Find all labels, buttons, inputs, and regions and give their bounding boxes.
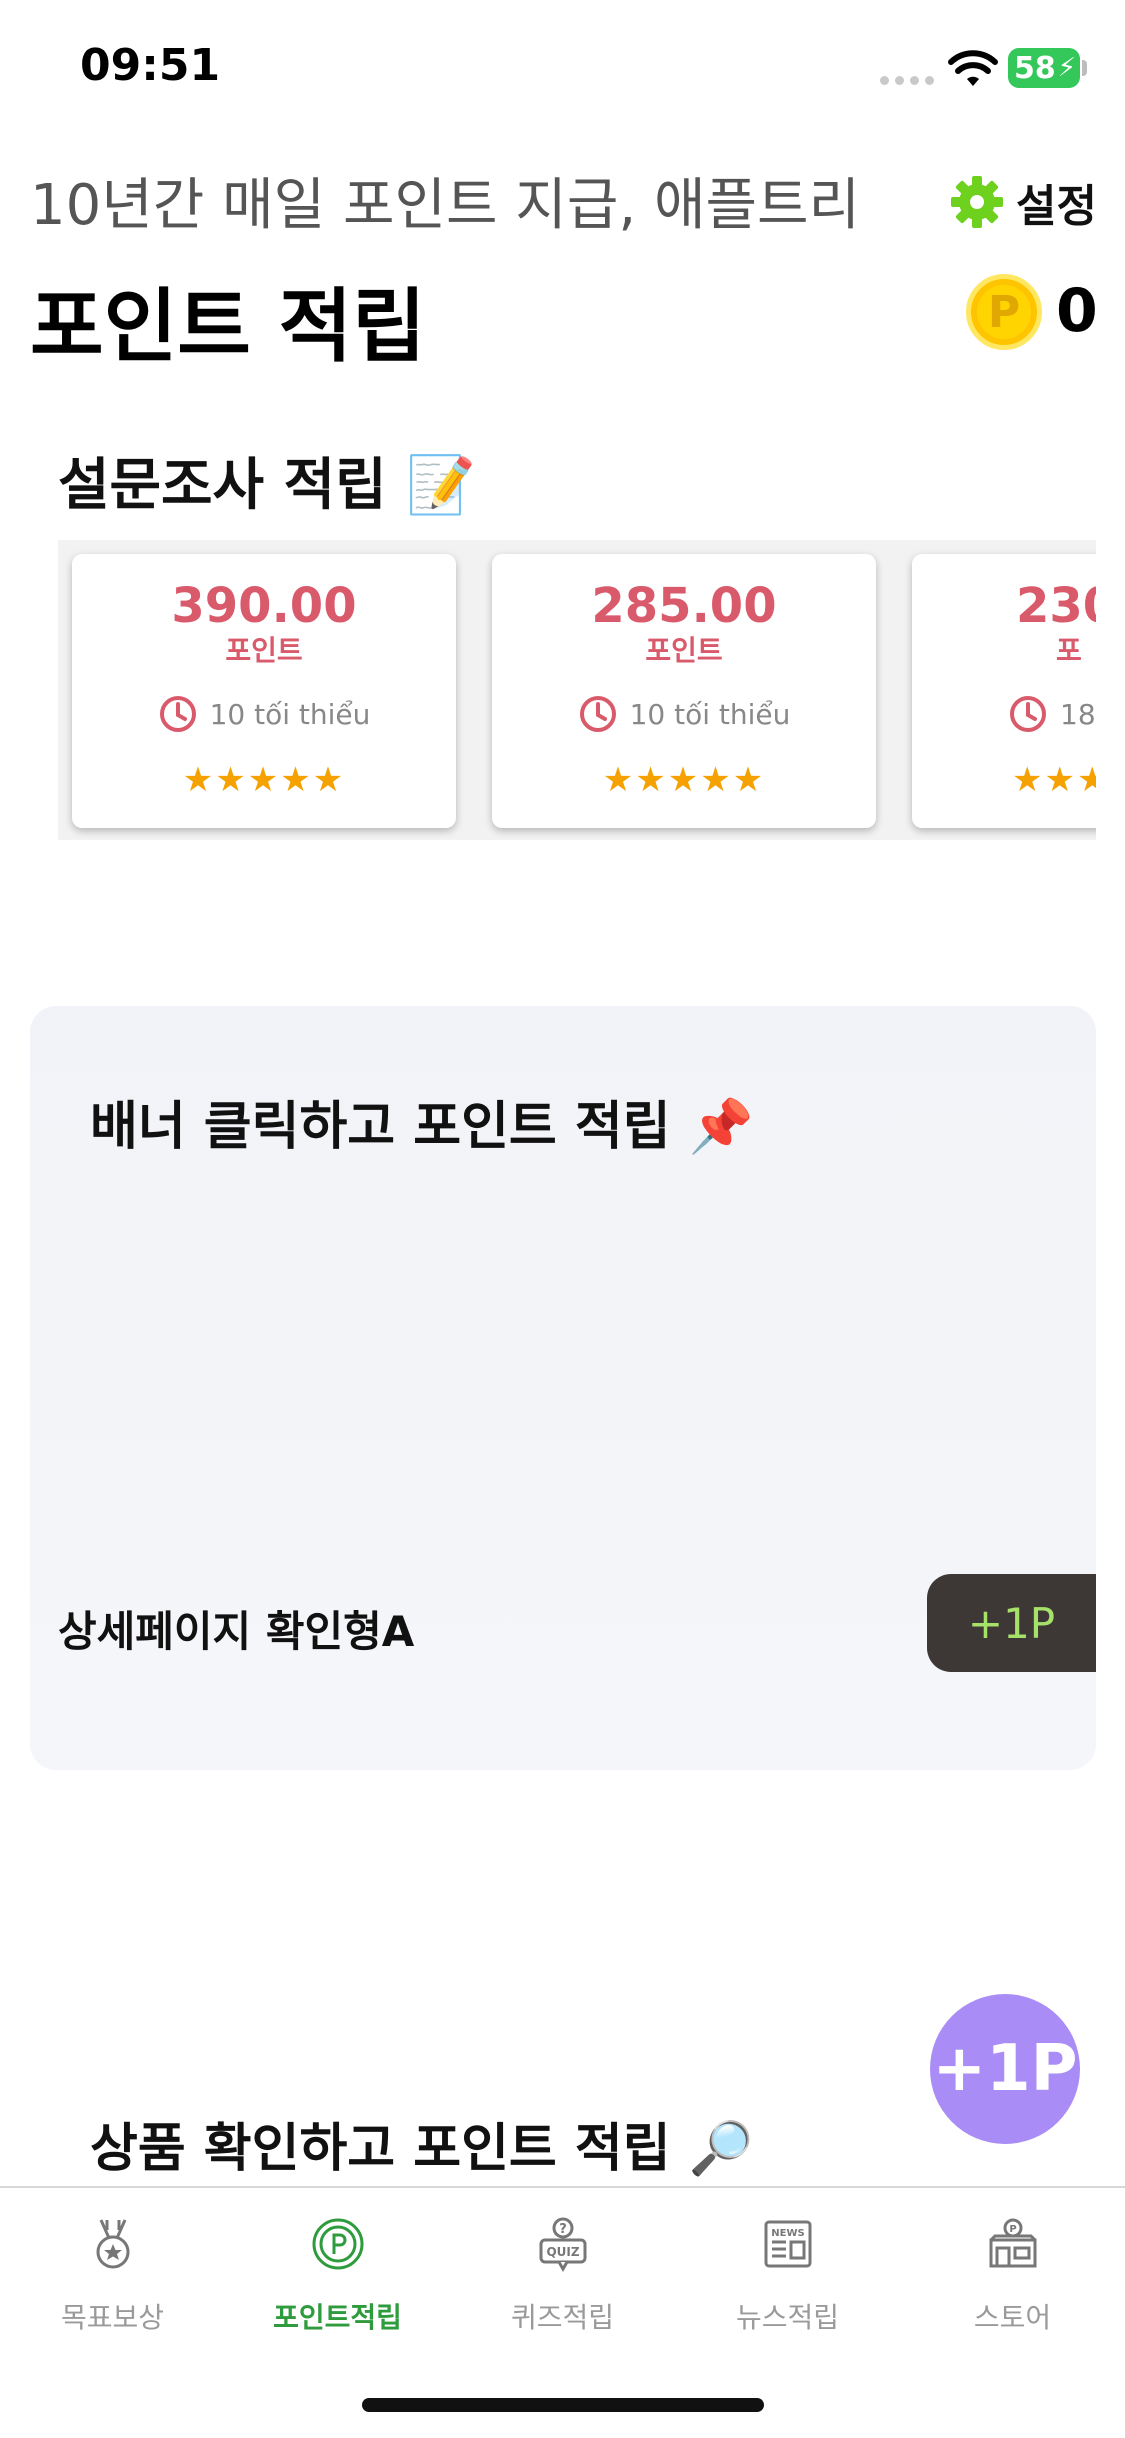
news-icon: NEWS — [764, 2220, 811, 2268]
points-balance: 0 — [1056, 276, 1098, 346]
tab-label: 스토어 — [973, 2301, 1052, 2334]
clock-icon — [1010, 696, 1046, 732]
home-indicator — [362, 2398, 764, 2412]
banner-reward-button[interactable]: +1P — [927, 1574, 1096, 1672]
survey-carousel[interactable]: 390.00 포인트 10 tối thiểu ★★★★★ 285.00 포인트… — [58, 540, 1096, 840]
svg-text:P: P — [1009, 2224, 1016, 2235]
store-icon: P — [989, 2218, 1036, 2268]
clock-icon — [159, 696, 196, 732]
tab-goal-reward[interactable]: 목표보상 — [0, 2216, 225, 2336]
tab-store[interactable]: P 스토어 — [900, 2216, 1125, 2336]
svg-text:?: ? — [559, 2222, 567, 2237]
wifi-icon — [948, 50, 998, 86]
battery-cap — [1082, 60, 1087, 76]
battery-level: 58 — [1014, 50, 1056, 86]
survey-points-unit: 포인트 — [225, 634, 303, 667]
survey-card[interactable]: 230 포 18 ★★★★★ — [912, 554, 1096, 828]
gear-icon — [951, 176, 1003, 228]
survey-card[interactable]: 285.00 포인트 10 tối thiểu ★★★★★ — [492, 554, 876, 828]
tab-label: 뉴스적립 — [735, 2301, 840, 2334]
app-subtitle: 10년간 매일 포인트 지급, 애플트리 — [30, 173, 861, 238]
coin-icon: P — [966, 274, 1042, 350]
survey-duration: 18 — [1060, 697, 1096, 731]
survey-points-amount: 390.00 — [171, 578, 357, 634]
product-section-heading: 상품 확인하고 포인트 적립 🔎 — [90, 2119, 754, 2179]
survey-card[interactable]: 390.00 포인트 10 tối thiểu ★★★★★ — [72, 554, 456, 828]
medal-icon — [96, 2219, 129, 2269]
tab-label: 포인트적립 — [273, 2301, 402, 2334]
settings-label: 설정 — [1016, 181, 1097, 232]
rating-stars: ★★★★★ — [602, 760, 766, 800]
tab-label: 목표보상 — [60, 2301, 165, 2334]
survey-points-unit: 포 — [1056, 634, 1082, 667]
quiz-icon: ? QUIZ — [539, 2217, 586, 2273]
tab-point-earn[interactable]: 포인트적립 — [225, 2216, 450, 2336]
point-coin-icon — [312, 2218, 363, 2270]
charging-bolt-icon: ⚡ — [1057, 53, 1077, 83]
rating-stars: ★★★★★ — [182, 760, 346, 800]
settings-button[interactable]: 설정 — [950, 170, 1097, 234]
survey-points-unit: 포인트 — [645, 634, 723, 667]
page-title: 포인트 적립 — [30, 280, 426, 373]
survey-section-heading: 설문조사 적립 📝 — [58, 453, 476, 518]
clock-icon — [579, 696, 616, 732]
banner-ad-title[interactable]: 상세페이지 확인형A — [58, 1598, 414, 1659]
banner-section-heading: 배너 클릭하고 포인트 적립 📌 — [90, 1097, 754, 1157]
rating-stars: ★★★★★ — [1012, 760, 1096, 800]
plus-point-fab[interactable]: +1P — [930, 1994, 1080, 2144]
cellular-signal-icon — [880, 76, 936, 85]
survey-points-amount: 285.00 — [591, 578, 777, 634]
svg-text:QUIZ: QUIZ — [546, 2245, 579, 2259]
survey-points-amount: 230 — [1016, 578, 1096, 634]
tab-quiz-earn[interactable]: ? QUIZ 퀴즈적립 — [450, 2216, 675, 2336]
status-time: 09:51 — [80, 40, 221, 91]
svg-text:NEWS: NEWS — [771, 2228, 804, 2239]
survey-duration: 10 tối thiểu — [629, 697, 791, 731]
tab-news-earn[interactable]: NEWS 뉴스적립 — [675, 2216, 900, 2336]
tab-label: 퀴즈적립 — [510, 2301, 615, 2334]
battery-indicator: 58 ⚡ — [1008, 48, 1080, 88]
survey-duration: 10 tối thiểu — [209, 697, 371, 731]
